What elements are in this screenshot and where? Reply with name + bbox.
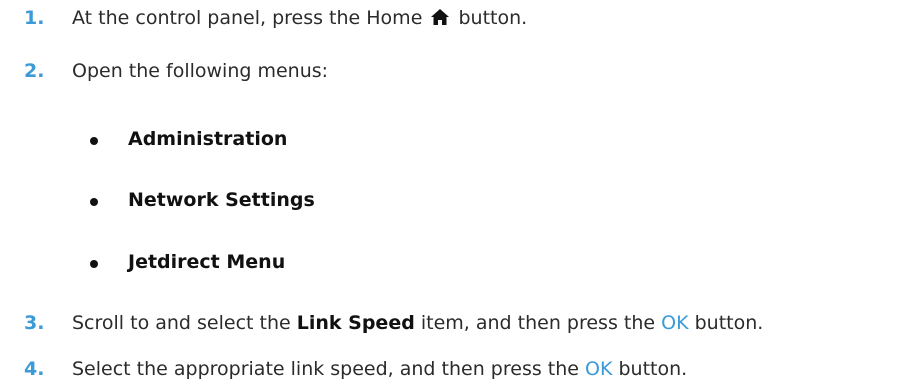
step-text-segment: Select the appropriate link speed, and t… [72, 358, 579, 380]
bullet-icon [90, 260, 98, 268]
step-text-segment: item, and then press the [420, 312, 656, 334]
bullet-icon [90, 198, 98, 206]
step-text-segment: At the control panel, press the Home [72, 7, 423, 29]
home-icon [431, 9, 450, 25]
menu-name: Network Settings [128, 189, 315, 211]
step-number: 3. [24, 312, 45, 334]
step-number: 1. [24, 7, 45, 29]
bullet-icon [90, 137, 98, 145]
step-text-segment: button. [618, 358, 688, 380]
step-text: Select the appropriate link speed, and t… [72, 358, 687, 380]
ok-button-label: OK [661, 312, 689, 334]
menu-name: Jetdirect Menu [128, 251, 286, 273]
step-text: Open the following menus: [72, 60, 329, 82]
step-number: 2. [24, 60, 45, 82]
menu-name: Administration [128, 128, 288, 150]
step-number: 4. [24, 358, 45, 380]
step-text-segment: button. [694, 312, 764, 334]
step-text-segment: Scroll to and select the [72, 312, 291, 334]
step-text: At the control panel, press the Home but… [72, 7, 527, 29]
step-text: Scroll to and select the Link Speed item… [72, 312, 763, 334]
menu-item-name: Link Speed [296, 312, 415, 334]
ok-button-label: OK [585, 358, 613, 380]
step-text-segment: button. [458, 7, 528, 29]
